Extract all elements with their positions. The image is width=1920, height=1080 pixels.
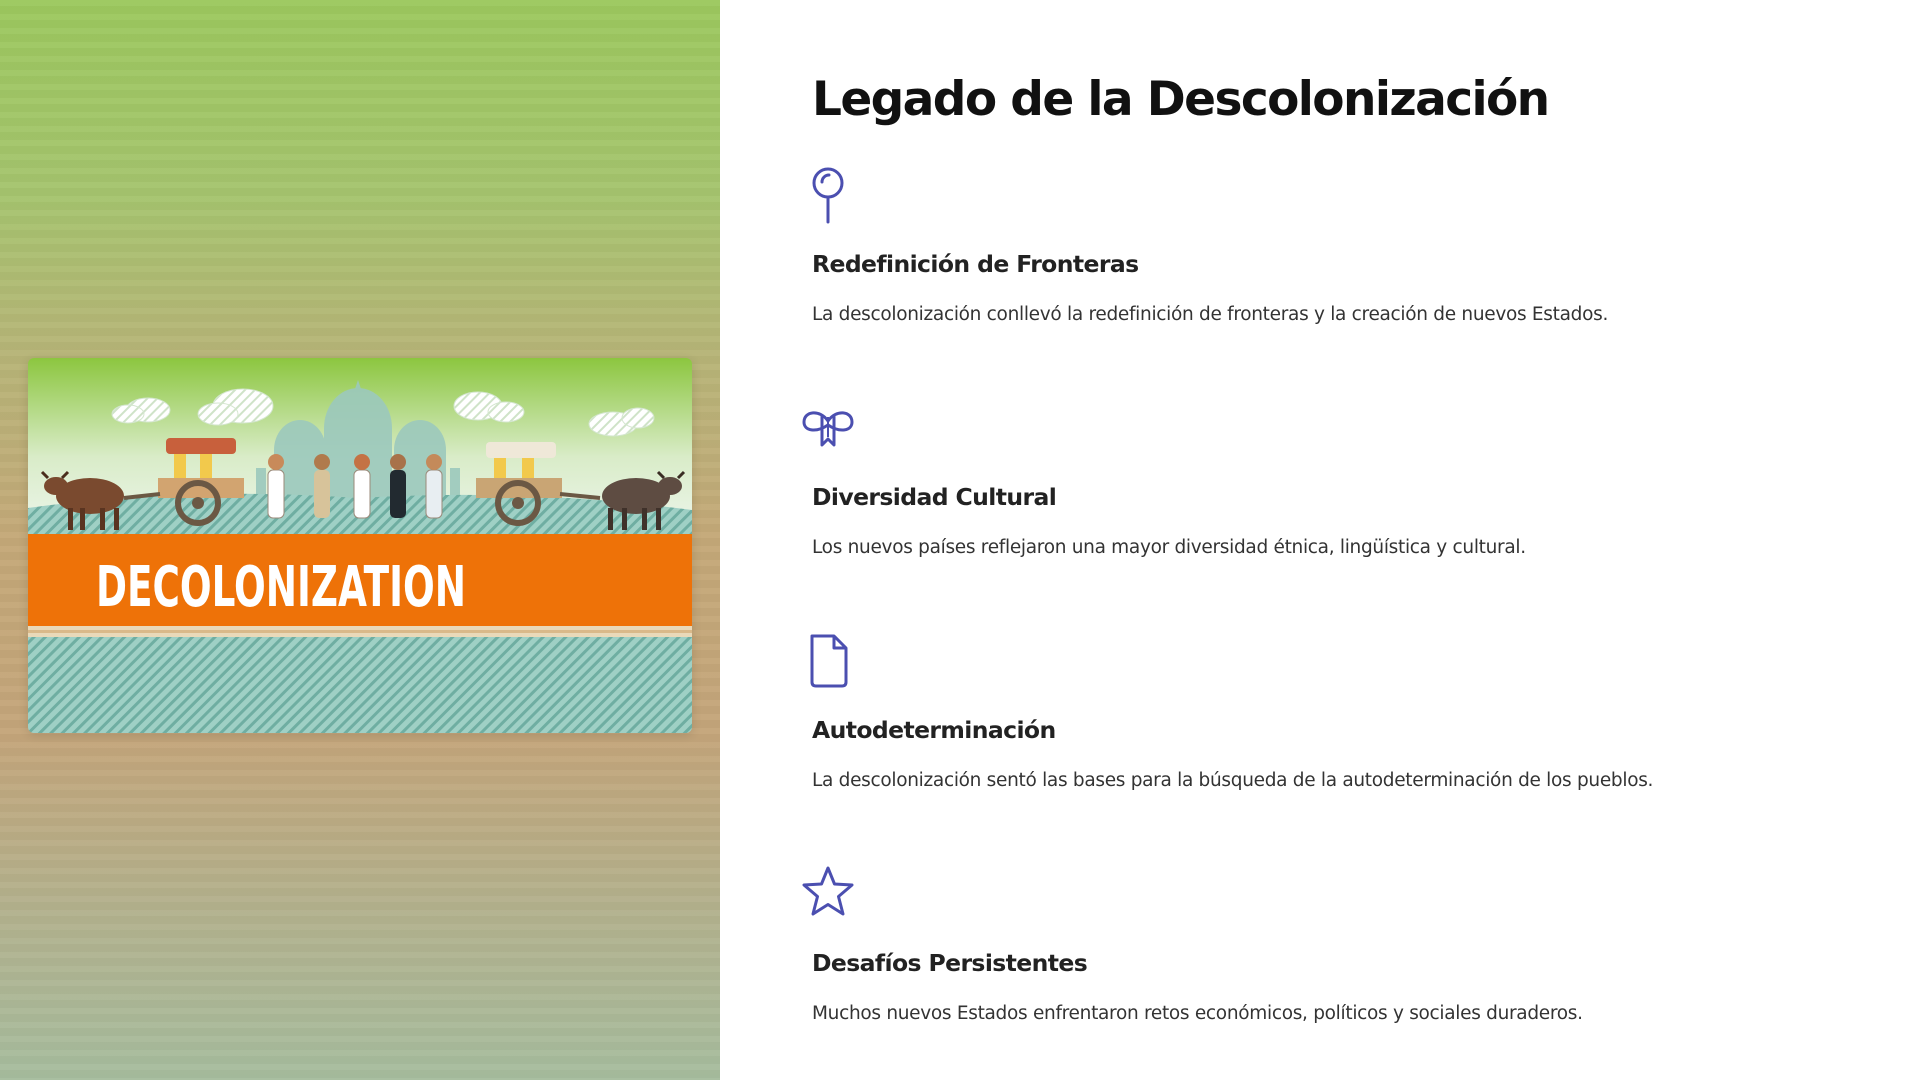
item-description: Muchos nuevos Estados enfrentaron retos …	[812, 1003, 1583, 1024]
gift-ribbon-icon	[798, 397, 858, 457]
item-description: La descolonización conllevó la redefinic…	[812, 304, 1609, 325]
content-panel: Legado de la Descolonización Redefinició…	[720, 0, 1920, 1080]
map-pin-icon	[798, 164, 858, 224]
item-title: Autodeterminación	[812, 716, 1056, 744]
item-title: Desafíos Persistentes	[812, 949, 1088, 977]
item-title: Diversidad Cultural	[812, 483, 1057, 511]
banner-text: DECOLONIZATION	[96, 555, 466, 620]
left-image-panel: DECOLONIZATION	[0, 0, 720, 1080]
item-title: Redefinición de Fronteras	[812, 250, 1139, 278]
decolonization-hero-image: DECOLONIZATION	[28, 358, 692, 733]
document-icon	[798, 630, 858, 690]
slide: DECOLONIZATION Legado de la Descolonizac…	[0, 0, 1920, 1080]
page-title: Legado de la Descolonización	[812, 72, 1550, 127]
item-description: Los nuevos países reflejaron una mayor d…	[812, 537, 1526, 558]
item-description: La descolonización sentó las bases para …	[812, 770, 1654, 791]
star-icon	[798, 863, 858, 923]
